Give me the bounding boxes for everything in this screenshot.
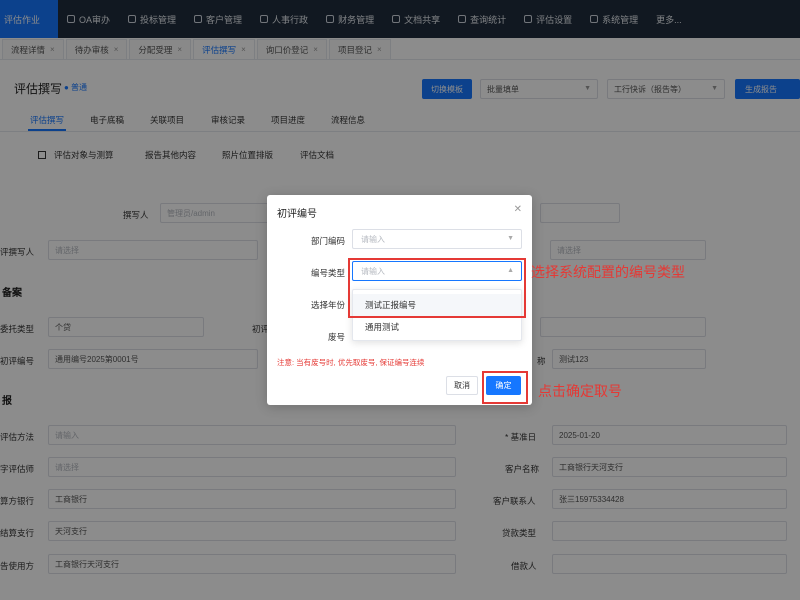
close-icon[interactable]: ✕ <box>514 204 522 215</box>
chevron-down-icon: ▼ <box>507 235 514 242</box>
dept-code-select[interactable]: 请输入 ▼ <box>352 229 522 249</box>
number-type-label: 编号类型 <box>310 268 345 278</box>
cancel-button[interactable]: 取消 <box>446 376 478 395</box>
annotation-select-type: 选择系统配置的编号类型 <box>531 264 685 280</box>
annotation-box-confirm <box>482 371 528 404</box>
select-placeholder: 请输入 <box>361 234 385 244</box>
dialog-note: 注意: 当有废号时, 优先取废号, 保证编号连续 <box>277 358 425 367</box>
void-number-label: 废号 <box>327 332 345 342</box>
dept-code-label: 部门编码 <box>310 236 345 246</box>
annotation-click-confirm: 点击确定取号 <box>538 383 622 399</box>
year-label: 选择年份 <box>310 300 345 310</box>
annotation-box-type <box>348 258 526 318</box>
dropdown-option[interactable]: 通用测试 <box>353 316 521 338</box>
dialog-title: 初评编号 <box>277 209 317 220</box>
